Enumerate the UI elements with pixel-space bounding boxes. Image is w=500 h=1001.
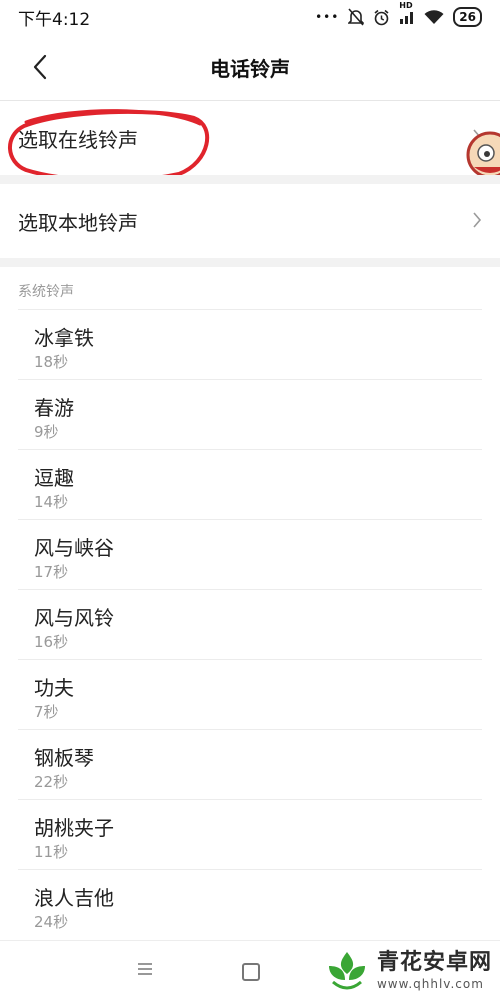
ringtone-duration: 16秒: [34, 633, 69, 651]
section-label-system-ringtones: 系统铃声: [18, 284, 74, 300]
ringtone-list: 冰拿铁 18秒春游 9秒逗趣 14秒风与峡谷 17秒风与风铃 16秒功夫 7秒钢板琴 22秒胡…: [0, 309, 500, 939]
ringtone-name: 风与风铃: [34, 606, 114, 630]
select-local-ringtone-row[interactable]: 选取本地铃声: [0, 184, 500, 258]
ringtone-name: 风与峡谷: [34, 536, 114, 560]
ringtone-name: 冰拿铁: [34, 326, 94, 350]
menu-icon[interactable]: [137, 962, 153, 976]
ringtone-row[interactable]: 逗趣 14秒: [18, 449, 482, 519]
ringtone-duration: 14秒: [34, 493, 69, 511]
watermark-title: 青花安卓网: [376, 950, 492, 975]
ringtone-duration: 18秒: [34, 353, 69, 371]
ringtone-row[interactable]: 春游 9秒: [18, 379, 482, 449]
status-icons: ••• HD 26: [315, 1, 482, 27]
ringtone-duration: 24秒: [34, 913, 69, 931]
section-gap: [0, 175, 500, 184]
watermark-logo-icon: [328, 952, 365, 990]
ringtone-duration: 17秒: [34, 563, 69, 581]
select-online-ringtone-row[interactable]: 选取在线铃声: [0, 101, 500, 175]
mute-icon: [348, 8, 365, 26]
ringtone-name: 功夫: [34, 676, 74, 700]
section-gap: [0, 258, 500, 267]
select-online-ringtone-label: 选取在线铃声: [18, 127, 138, 152]
ringtone-row[interactable]: 功夫 7秒: [18, 659, 482, 729]
select-local-ringtone-label: 选取本地铃声: [18, 210, 138, 235]
status-time: 下午4:12: [18, 9, 91, 30]
wifi-icon: [424, 9, 444, 25]
ringtone-row[interactable]: 浪人吉他 24秒: [18, 869, 482, 939]
battery-indicator: 26: [453, 7, 482, 27]
ringtone-duration: 22秒: [34, 773, 69, 791]
ringtone-name: 浪人吉他: [34, 886, 114, 910]
home-icon[interactable]: [242, 963, 260, 981]
watermark: 青花安卓网 www.qhhlv.com: [323, 948, 492, 994]
ringtone-row[interactable]: 冰拿铁 18秒: [18, 309, 482, 379]
alarm-icon: [373, 9, 390, 26]
ringtone-name: 胡桃夹子: [34, 816, 114, 840]
ringtone-duration: 9秒: [34, 423, 59, 441]
ringtone-row[interactable]: 风与风铃 16秒: [18, 589, 482, 659]
chevron-right-icon: [473, 129, 482, 145]
page-title: 电话铃声: [210, 57, 290, 81]
header: 电话铃声: [0, 34, 500, 100]
watermark-url: www.qhhlv.com: [376, 977, 484, 991]
chevron-right-icon: [473, 212, 482, 228]
ringtone-name: 春游: [34, 396, 74, 420]
ringtone-row[interactable]: 风与峡谷 17秒: [18, 519, 482, 589]
hd-label: HD: [399, 1, 413, 10]
ringtone-row[interactable]: 胡桃夹子 11秒: [18, 799, 482, 869]
ringtone-duration: 7秒: [34, 703, 59, 721]
status-bar: 下午4:12 ••• HD 26: [0, 0, 500, 34]
signal-icon: HD: [399, 1, 415, 24]
ringtone-row[interactable]: 钢板琴 22秒: [18, 729, 482, 799]
ringtone-name: 钢板琴: [34, 746, 94, 770]
more-dots-icon: •••: [315, 10, 340, 24]
ringtone-duration: 11秒: [34, 843, 69, 861]
ringtone-name: 逗趣: [34, 466, 74, 490]
watermark-text: 青花安卓网 www.qhhlv.com: [376, 950, 492, 991]
